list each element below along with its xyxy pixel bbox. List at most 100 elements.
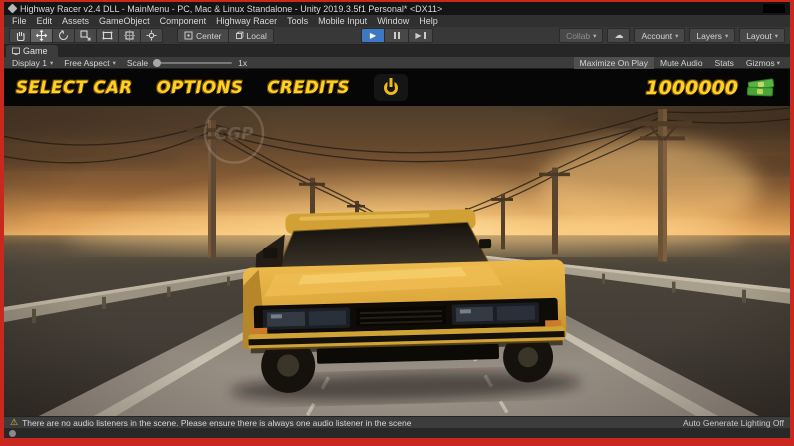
game-view-toolbar: Display 1 ▾ Free Aspect ▾ Scale 1x Maxim… xyxy=(4,56,790,69)
game-scene-canvas[interactable]: CGP xyxy=(4,106,790,416)
cloud-button[interactable]: ☁ xyxy=(607,28,631,43)
menu-edit[interactable]: Edit xyxy=(32,15,58,27)
transform-tool-button[interactable] xyxy=(119,28,141,43)
money-value: 1000000 xyxy=(645,76,738,99)
custom-tool-button[interactable] xyxy=(141,28,163,43)
menu-window[interactable]: Window xyxy=(372,15,414,27)
rotate-tool-icon xyxy=(58,30,69,41)
tab-game[interactable]: Game xyxy=(6,45,58,57)
pivot-center-icon xyxy=(184,31,193,40)
display-label: Display 1 xyxy=(12,57,47,68)
transform-tool-icon xyxy=(124,30,135,41)
menu-component[interactable]: Component xyxy=(155,15,212,27)
gizmos-caret-icon: ▾ xyxy=(776,59,780,67)
hand-tool-button[interactable] xyxy=(9,28,31,43)
title-bar: Highway Racer v2.4 DLL - MainMenu - PC, … xyxy=(4,2,790,15)
account-label: Account xyxy=(641,30,673,41)
unity-logo-icon xyxy=(7,3,18,14)
game-tab-icon xyxy=(12,47,20,55)
transform-tool-group xyxy=(9,28,163,43)
window-controls[interactable] xyxy=(763,4,785,13)
move-tool-button[interactable] xyxy=(31,28,53,43)
warning-icon: ⚠ xyxy=(10,417,19,427)
pivot-toggle-group: Center Local xyxy=(177,28,274,43)
menu-mobile-input[interactable]: Mobile Input xyxy=(313,15,372,27)
view-tab-bar: Game xyxy=(4,45,790,57)
mute-audio-button[interactable]: Mute Audio xyxy=(654,57,709,69)
scale-value: 1x xyxy=(238,57,248,68)
aspect-caret-icon: ▾ xyxy=(112,59,116,67)
menu-gameobject[interactable]: GameObject xyxy=(94,15,155,27)
money-icon xyxy=(746,77,776,99)
collab-dropdown[interactable]: Collab ▾ xyxy=(559,28,604,43)
maximize-on-play-button[interactable]: Maximize On Play xyxy=(573,56,655,69)
scale-tool-icon xyxy=(80,30,91,41)
window-title: Highway Racer v2.4 DLL - MainMenu - PC, … xyxy=(20,3,443,14)
status-bar[interactable]: ⚠ There are no audio listeners in the sc… xyxy=(4,416,790,428)
hand-tool-icon xyxy=(16,32,25,42)
game-toolbar-right: Maximize On Play Mute Audio Stats Gizmos… xyxy=(573,56,786,69)
main-toolbar: Center Local ▶ ▶ Collab ▾ ☁ Account ▾ La… xyxy=(4,27,790,45)
display-dropdown[interactable]: Display 1 ▾ xyxy=(8,58,57,68)
menu-bar: File Edit Assets GameObject Component Hi… xyxy=(4,15,790,27)
vignette xyxy=(4,106,790,416)
rotate-tool-button[interactable] xyxy=(53,28,75,43)
scale-control: Scale 1x xyxy=(123,58,251,68)
aspect-label: Free Aspect xyxy=(64,57,110,68)
game-menu-bar: SELECT CAR OPTIONS CREDITS 1000000 xyxy=(4,69,790,106)
play-button[interactable]: ▶ xyxy=(361,28,385,43)
toolbar-right: Collab ▾ ☁ Account ▾ Layers ▾ Layout ▾ xyxy=(559,28,785,43)
status-message: There are no audio listeners in the scen… xyxy=(22,417,412,428)
rect-tool-button[interactable] xyxy=(97,28,119,43)
step-button[interactable]: ▶ xyxy=(409,28,433,43)
account-caret-icon: ▾ xyxy=(675,32,679,40)
menu-highway-racer[interactable]: Highway Racer xyxy=(211,15,282,27)
menu-file[interactable]: File xyxy=(7,15,32,27)
auto-generate-lighting-toggle[interactable]: Auto Generate Lighting Off xyxy=(683,418,784,428)
collab-label: Collab xyxy=(566,30,591,41)
menu-tools[interactable]: Tools xyxy=(282,15,313,27)
layout-label: Layout xyxy=(746,30,772,41)
layers-dropdown[interactable]: Layers ▾ xyxy=(689,28,736,43)
pivot-center-label: Center xyxy=(196,30,222,41)
status-dot-icon xyxy=(9,429,16,437)
scale-slider[interactable] xyxy=(153,58,233,67)
money-counter: 1000000 xyxy=(645,77,776,99)
stats-button[interactable]: Stats xyxy=(709,57,740,69)
pivot-center-button[interactable]: Center xyxy=(177,28,229,43)
layout-dropdown[interactable]: Layout ▾ xyxy=(739,28,785,43)
menu-assets[interactable]: Assets xyxy=(57,15,94,27)
gizmos-dropdown[interactable]: Gizmos ▾ xyxy=(740,57,786,69)
move-tool-icon xyxy=(35,29,48,42)
layers-label: Layers xyxy=(696,30,722,41)
custom-tool-icon xyxy=(146,30,157,41)
pause-icon xyxy=(393,32,396,39)
options-button[interactable]: OPTIONS xyxy=(157,78,244,97)
scale-slider-knob[interactable] xyxy=(153,58,162,67)
rect-tool-icon xyxy=(102,31,113,40)
step-icon: ▶ xyxy=(415,31,422,40)
game-scene: CGP xyxy=(4,106,790,416)
play-controls: ▶ ▶ xyxy=(361,28,433,43)
layers-caret-icon: ▾ xyxy=(724,32,729,40)
aspect-dropdown[interactable]: Free Aspect ▾ xyxy=(60,58,120,68)
collab-caret-icon: ▾ xyxy=(593,32,597,40)
handle-local-label: Local xyxy=(246,30,267,41)
pause-button[interactable] xyxy=(385,28,409,43)
quit-button[interactable] xyxy=(373,74,408,101)
game-viewport: SELECT CAR OPTIONS CREDITS 1000000 xyxy=(4,69,790,416)
select-car-button[interactable]: SELECT CAR xyxy=(16,78,133,97)
display-caret-icon: ▾ xyxy=(49,59,54,67)
play-icon: ▶ xyxy=(369,31,377,40)
unity-editor-window: Highway Racer v2.4 DLL - MainMenu - PC, … xyxy=(4,2,790,438)
credits-button[interactable]: CREDITS xyxy=(267,78,350,97)
cloud-icon: ☁ xyxy=(614,30,624,40)
power-icon xyxy=(383,80,398,95)
handle-local-icon xyxy=(235,31,243,39)
layout-caret-icon: ▾ xyxy=(774,32,778,40)
handle-local-button[interactable]: Local xyxy=(228,28,274,43)
scale-tool-button[interactable] xyxy=(75,28,97,43)
bottom-strip xyxy=(4,428,790,438)
account-dropdown[interactable]: Account ▾ xyxy=(634,28,686,43)
menu-help[interactable]: Help xyxy=(414,15,443,27)
